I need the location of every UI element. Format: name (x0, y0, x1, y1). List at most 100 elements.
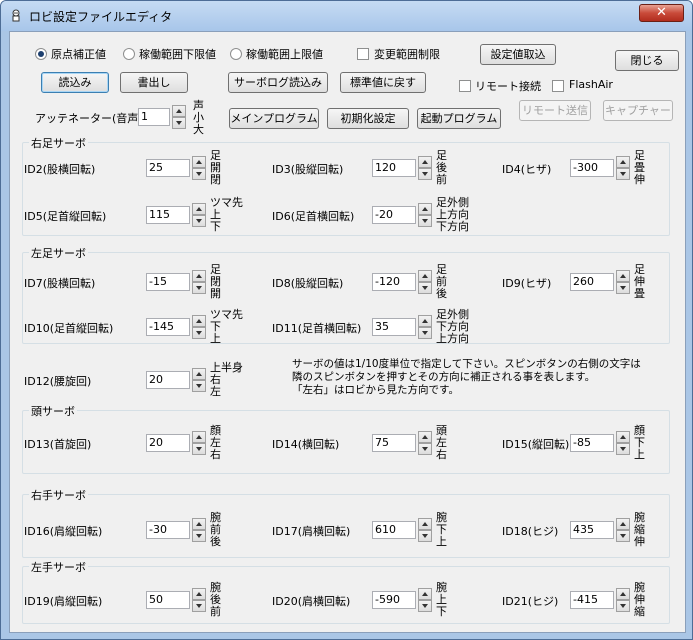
reset-standard-button[interactable]: 標準値に戻す (340, 72, 426, 93)
id20-spinner[interactable] (418, 588, 432, 612)
spin-up-icon[interactable] (418, 315, 432, 327)
remote-connect-checkbox[interactable] (459, 80, 471, 92)
spin-up-icon[interactable] (192, 203, 206, 215)
spin-down-icon[interactable] (192, 530, 206, 542)
spin-down-icon[interactable] (616, 443, 630, 455)
spin-up-icon[interactable] (418, 156, 432, 168)
id5-value-field[interactable]: 115 (146, 206, 190, 224)
spin-up-icon[interactable] (192, 270, 206, 282)
attenuator-field[interactable]: 1 (138, 108, 170, 126)
spin-up-icon[interactable] (418, 588, 432, 600)
id19-value-field[interactable]: 50 (146, 591, 190, 609)
spin-down-icon[interactable] (616, 282, 630, 294)
id7-value-field[interactable]: -15 (146, 273, 190, 291)
id12-spinner[interactable] (192, 368, 206, 392)
title-bar[interactable]: ロビ設定ファイルエディタ ✕ (1, 1, 692, 31)
id14-spinner[interactable] (418, 431, 432, 455)
servo-log-button[interactable]: サーボログ読込み (228, 72, 328, 93)
id11-value-field[interactable]: 35 (372, 318, 416, 336)
id10-value-field[interactable]: -145 (146, 318, 190, 336)
id18-value-field[interactable]: 435 (570, 521, 614, 539)
spin-up-icon[interactable] (616, 156, 630, 168)
spin-down-icon[interactable] (192, 380, 206, 392)
spin-down-icon[interactable] (192, 168, 206, 180)
flashair-checkbox[interactable] (552, 80, 564, 92)
id7-spinner[interactable] (192, 270, 206, 294)
id18-spinner[interactable] (616, 518, 630, 542)
write-button[interactable]: 書出し (120, 72, 188, 93)
id6-value-field[interactable]: -20 (372, 206, 416, 224)
id3-value-field[interactable]: 120 (372, 159, 416, 177)
spin-down-icon[interactable] (418, 215, 432, 227)
id13-value-field[interactable]: 20 (146, 434, 190, 452)
spin-up-icon[interactable] (418, 518, 432, 530)
radio-range-lower[interactable] (123, 48, 135, 60)
spin-down-icon[interactable] (192, 443, 206, 455)
spin-down-icon[interactable] (418, 443, 432, 455)
id9-value-field[interactable]: 260 (570, 273, 614, 291)
spin-down-icon[interactable] (192, 327, 206, 339)
id8-value-field[interactable]: -120 (372, 273, 416, 291)
spin-up-icon[interactable] (172, 105, 186, 117)
spin-down-icon[interactable] (418, 530, 432, 542)
remote-send-button[interactable]: リモート送信 (519, 100, 591, 121)
spin-up-icon[interactable] (418, 270, 432, 282)
spin-up-icon[interactable] (616, 518, 630, 530)
spin-down-icon[interactable] (192, 215, 206, 227)
spin-up-icon[interactable] (192, 518, 206, 530)
spin-up-icon[interactable] (192, 315, 206, 327)
id15-spinner[interactable] (616, 431, 630, 455)
id19-spinner[interactable] (192, 588, 206, 612)
spin-up-icon[interactable] (192, 156, 206, 168)
id14-value-field[interactable]: 75 (372, 434, 416, 452)
id10-spinner[interactable] (192, 315, 206, 339)
id17-value-field[interactable]: 610 (372, 521, 416, 539)
spin-down-icon[interactable] (192, 600, 206, 612)
window-close-button[interactable]: ✕ (639, 4, 684, 22)
spin-up-icon[interactable] (616, 431, 630, 443)
spin-down-icon[interactable] (172, 117, 186, 129)
id20-value-field[interactable]: -590 (372, 591, 416, 609)
init-settings-button[interactable]: 初期化設定 (327, 108, 409, 129)
spin-down-icon[interactable] (616, 168, 630, 180)
id16-spinner[interactable] (192, 518, 206, 542)
spin-down-icon[interactable] (418, 282, 432, 294)
id3-spinner[interactable] (418, 156, 432, 180)
spin-up-icon[interactable] (616, 270, 630, 282)
id4-spinner[interactable] (616, 156, 630, 180)
spin-down-icon[interactable] (418, 168, 432, 180)
id8-spinner[interactable] (418, 270, 432, 294)
spin-up-icon[interactable] (192, 431, 206, 443)
spin-up-icon[interactable] (418, 203, 432, 215)
id16-value-field[interactable]: -30 (146, 521, 190, 539)
id9-spinner[interactable] (616, 270, 630, 294)
id6-spinner[interactable] (418, 203, 432, 227)
attenuator-spinner[interactable] (172, 105, 186, 129)
change-limit-checkbox[interactable] (357, 48, 369, 60)
id2-spinner[interactable] (192, 156, 206, 180)
spin-up-icon[interactable] (418, 431, 432, 443)
id13-spinner[interactable] (192, 431, 206, 455)
spin-up-icon[interactable] (616, 588, 630, 600)
main-program-button[interactable]: メインプログラム (229, 108, 319, 129)
spin-up-icon[interactable] (192, 588, 206, 600)
load-settings-button[interactable]: 設定値取込 (480, 44, 556, 65)
spin-down-icon[interactable] (418, 327, 432, 339)
spin-down-icon[interactable] (616, 530, 630, 542)
close-button[interactable]: 閉じる (615, 50, 679, 71)
boot-program-button[interactable]: 起動プログラム (417, 108, 501, 129)
capture-button[interactable]: キャプチャー (603, 100, 673, 121)
spin-down-icon[interactable] (616, 600, 630, 612)
id15-value-field[interactable]: -85 (570, 434, 614, 452)
id21-spinner[interactable] (616, 588, 630, 612)
id21-value-field[interactable]: -415 (570, 591, 614, 609)
radio-origin-correction[interactable] (35, 48, 47, 60)
spin-down-icon[interactable] (192, 282, 206, 294)
read-button[interactable]: 読込み (41, 72, 109, 93)
id4-value-field[interactable]: -300 (570, 159, 614, 177)
id11-spinner[interactable] (418, 315, 432, 339)
spin-down-icon[interactable] (418, 600, 432, 612)
id2-value-field[interactable]: 25 (146, 159, 190, 177)
id17-spinner[interactable] (418, 518, 432, 542)
id5-spinner[interactable] (192, 203, 206, 227)
